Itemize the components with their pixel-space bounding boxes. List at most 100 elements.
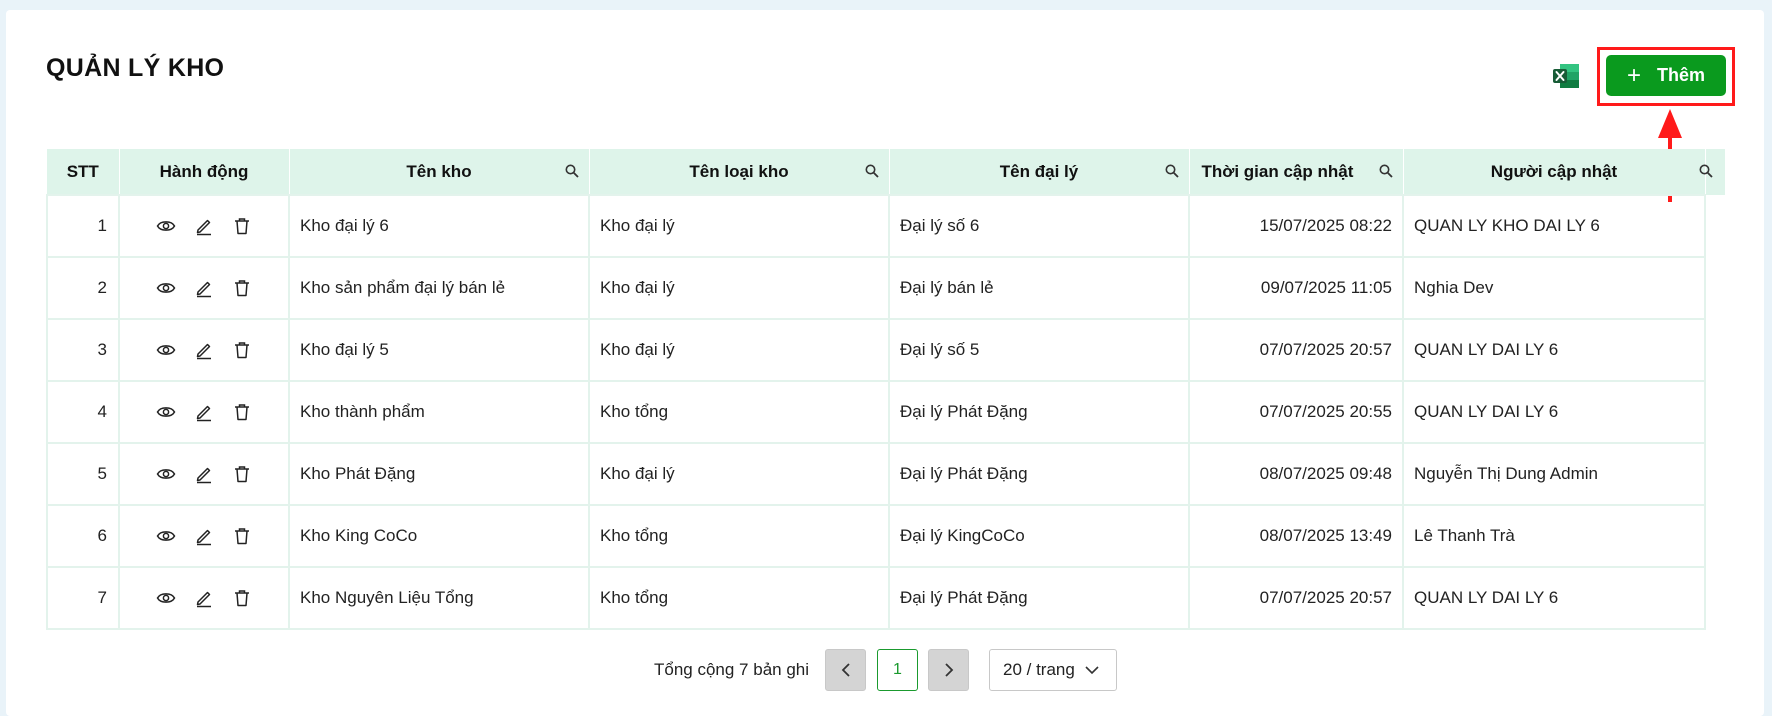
cell-updated-by: QUAN LY DAI LY 6 — [1402, 380, 1706, 444]
cell-stt: 7 — [46, 566, 120, 630]
cell-agent-name: Đại lý KingCoCo — [888, 504, 1190, 568]
view-icon[interactable] — [156, 340, 176, 360]
cell-stt: 2 — [46, 256, 120, 320]
col-warehouse-name: Tên kho — [289, 149, 590, 195]
edit-icon[interactable] — [194, 340, 214, 360]
table-row: 3 Kho đại lý 5 Kho đại lý Đại lý số 5 07/07/… — [46, 318, 1706, 382]
cell-warehouse-type: Kho đại lý — [588, 442, 890, 506]
delete-icon[interactable] — [232, 464, 252, 484]
cell-warehouse-type: Kho đại lý — [588, 318, 890, 382]
cell-updated-by: QUAN LY KHO DAI LY 6 — [1402, 194, 1706, 258]
cell-agent-name: Đại lý Phát Đặng — [888, 380, 1190, 444]
view-icon[interactable] — [156, 402, 176, 422]
search-icon[interactable] — [1379, 164, 1393, 178]
view-icon[interactable] — [156, 588, 176, 608]
edit-icon[interactable] — [194, 402, 214, 422]
cell-updated-by: Nguyễn Thị Dung Admin — [1402, 442, 1706, 506]
delete-icon[interactable] — [232, 278, 252, 298]
search-icon[interactable] — [1165, 164, 1179, 178]
delete-icon[interactable] — [232, 216, 252, 236]
col-stt: STT — [47, 149, 120, 195]
page-title: QUẢN LÝ KHO — [46, 54, 225, 82]
table-header-row: STT Hành động Tên kho Tên loại kho Tên đ… — [47, 149, 1713, 195]
cell-warehouse-name: Kho King CoCo — [288, 504, 590, 568]
cell-stt: 5 — [46, 442, 120, 506]
edit-icon[interactable] — [194, 526, 214, 546]
col-updated-by-label: Người cập nhật — [1490, 161, 1618, 181]
cell-updated-at: 07/07/2025 20:57 — [1188, 566, 1404, 630]
cell-actions — [118, 380, 290, 444]
table-row: 7 Kho Nguyên Liệu Tổng Kho tổng Đại lý Phát… — [46, 566, 1706, 630]
cell-stt: 1 — [46, 194, 120, 258]
cell-warehouse-name: Kho sản phẩm đại lý bán lẻ — [288, 256, 590, 320]
view-icon[interactable] — [156, 278, 176, 298]
cell-stt: 3 — [46, 318, 120, 382]
excel-icon[interactable] — [1552, 63, 1580, 89]
cell-warehouse-name: Kho đại lý 5 — [288, 318, 590, 382]
cell-warehouse-name: Kho thành phẩm — [288, 380, 590, 444]
page-size-select[interactable]: 20 / trang — [989, 649, 1117, 691]
table-row: 5 Kho Phát Đặng Kho đại lý Đại lý Phát Đặng… — [46, 442, 1706, 506]
cell-updated-by: Lê Thanh Trà — [1402, 504, 1706, 568]
view-icon[interactable] — [156, 526, 176, 546]
cell-warehouse-name: Kho Phát Đặng — [288, 442, 590, 506]
pagination: Tổng cộng 7 bản ghi 1 20 / trang — [0, 649, 1772, 691]
cell-updated-by: QUAN LY DAI LY 6 — [1402, 318, 1706, 382]
col-warehouse-name-label: Tên kho — [406, 161, 472, 181]
delete-icon[interactable] — [232, 402, 252, 422]
prev-page-button[interactable] — [825, 649, 866, 691]
cell-warehouse-name: Kho đại lý 6 — [288, 194, 590, 258]
cell-updated-at: 07/07/2025 20:55 — [1188, 380, 1404, 444]
cell-actions — [118, 194, 290, 258]
cell-agent-name: Đại lý bán lẻ — [888, 256, 1190, 320]
chevron-right-icon — [944, 663, 953, 677]
cell-agent-name: Đại lý Phát Đặng — [888, 442, 1190, 506]
edit-icon[interactable] — [194, 278, 214, 298]
edit-icon[interactable] — [194, 216, 214, 236]
cell-warehouse-type: Kho đại lý — [588, 256, 890, 320]
chevron-left-icon — [841, 663, 850, 677]
delete-icon[interactable] — [232, 340, 252, 360]
add-button[interactable]: + Thêm — [1606, 55, 1726, 96]
col-agent-name-label: Tên đại lý — [999, 161, 1079, 181]
cell-agent-name: Đại lý số 5 — [888, 318, 1190, 382]
cell-updated-at: 15/07/2025 08:22 — [1188, 194, 1404, 258]
page-size-value: 20 / trang — [1003, 660, 1075, 679]
search-icon[interactable] — [565, 164, 579, 178]
edit-icon[interactable] — [194, 464, 214, 484]
col-updated-at: Thời gian cập nhật — [1189, 149, 1404, 195]
next-page-button[interactable] — [928, 649, 969, 691]
cell-updated-at: 07/07/2025 20:57 — [1188, 318, 1404, 382]
cell-actions — [118, 256, 290, 320]
search-icon[interactable] — [865, 164, 879, 178]
cell-actions — [118, 566, 290, 630]
cell-agent-name: Đại lý Phát Đặng — [888, 566, 1190, 630]
table-row: 1 Kho đại lý 6 Kho đại lý Đại lý số 6 15/07/… — [46, 194, 1706, 258]
delete-icon[interactable] — [232, 588, 252, 608]
warehouse-table: STT Hành động Tên kho Tên loại kho Tên đ… — [46, 149, 1713, 630]
chevron-down-icon — [1085, 666, 1099, 675]
cell-actions — [118, 504, 290, 568]
col-updated-by: Người cập nhật — [1403, 149, 1713, 195]
cell-agent-name: Đại lý số 6 — [888, 194, 1190, 258]
page-number-current[interactable]: 1 — [877, 649, 918, 691]
cell-stt: 4 — [46, 380, 120, 444]
edit-icon[interactable] — [194, 588, 214, 608]
cell-updated-at: 08/07/2025 13:49 — [1188, 504, 1404, 568]
cell-actions — [118, 318, 290, 382]
search-icon[interactable] — [1699, 164, 1713, 178]
add-button-label: Thêm — [1657, 65, 1706, 85]
table-row: 6 Kho King CoCo Kho tổng Đại lý KingCoCo 08/… — [46, 504, 1706, 568]
cell-warehouse-type: Kho tổng — [588, 566, 890, 630]
col-agent-name: Tên đại lý — [889, 149, 1190, 195]
plus-icon: + — [1626, 61, 1641, 89]
col-updated-at-label: Thời gian cập nhật — [1201, 161, 1354, 181]
view-icon[interactable] — [156, 464, 176, 484]
col-warehouse-type: Tên loại kho — [589, 149, 890, 195]
view-icon[interactable] — [156, 216, 176, 236]
delete-icon[interactable] — [232, 526, 252, 546]
cell-updated-by: QUAN LY DAI LY 6 — [1402, 566, 1706, 630]
col-actions: Hành động — [119, 149, 290, 195]
cell-updated-at: 09/07/2025 11:05 — [1188, 256, 1404, 320]
cell-warehouse-type: Kho tổng — [588, 380, 890, 444]
